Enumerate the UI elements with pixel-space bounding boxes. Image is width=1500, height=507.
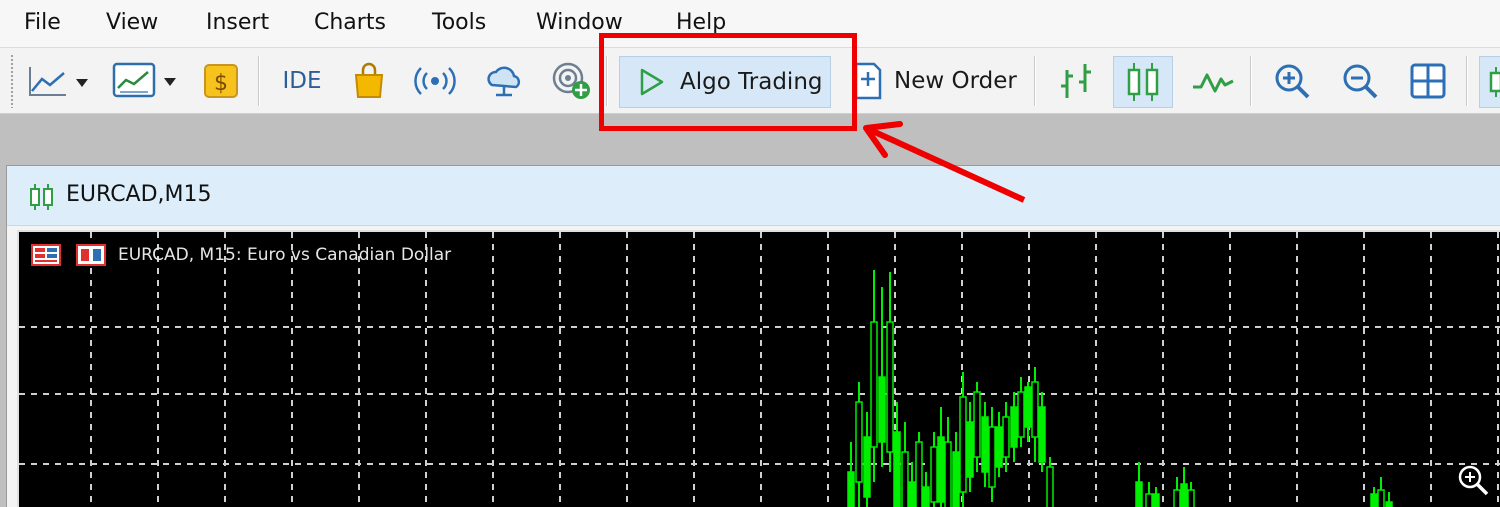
line-chart-button[interactable] [1186, 58, 1240, 104]
candle-body [1135, 481, 1143, 507]
ide-label: IDE [282, 68, 322, 94]
candle-body [855, 401, 863, 483]
candle-body [1010, 406, 1018, 448]
candle-body [1031, 381, 1039, 438]
candle-body [922, 486, 930, 507]
chart-caption: EURCAD, M15: Euro vs Canadian Dollar [118, 245, 452, 265]
toolbar-separator [1034, 56, 1036, 106]
candle-body [1180, 483, 1188, 507]
candlestick-button[interactable] [1113, 56, 1173, 108]
toolbar-separator [258, 56, 260, 106]
candlestick-icon [1127, 63, 1159, 101]
candle-body [847, 471, 855, 507]
toolbar-separator [1250, 56, 1252, 106]
magnifier-icon[interactable] [1456, 463, 1490, 497]
ide-button[interactable]: IDE [272, 58, 332, 104]
dollar-icon: $ [204, 64, 238, 98]
candle-body [1038, 406, 1046, 463]
candle-body [901, 451, 909, 507]
toolbar-separator [1466, 56, 1468, 106]
one-click-trading-icon[interactable] [76, 244, 106, 266]
candle-body [952, 451, 960, 507]
template-icon [112, 62, 176, 98]
menu-view[interactable]: View [106, 10, 158, 35]
candle-body [1377, 489, 1385, 507]
menu-charts[interactable]: Charts [314, 10, 386, 35]
svg-text:$: $ [214, 71, 228, 96]
candlestick-icon [30, 184, 53, 210]
bar-chart-button[interactable] [1052, 58, 1102, 104]
candle-body [1017, 391, 1025, 438]
candle-body [1385, 501, 1393, 507]
chart-graphics [19, 232, 1500, 507]
candle-body [1187, 489, 1195, 507]
candle-body [981, 416, 989, 473]
zoom-out-button[interactable] [1334, 58, 1386, 104]
market-button[interactable] [346, 58, 392, 104]
cloud-icon [487, 66, 521, 97]
dollar-button[interactable]: $ [198, 58, 244, 104]
candle-body [959, 396, 967, 493]
candle-body [878, 376, 886, 443]
candle-body [1370, 493, 1378, 507]
candle-body [937, 436, 945, 503]
line-chart-icon [1193, 73, 1234, 93]
candle-body [966, 421, 974, 478]
trade-history-icon[interactable] [31, 244, 61, 266]
line-chart-icon [29, 67, 88, 96]
terminal-window: File View Insert Charts Tools Window Hel… [0, 0, 1500, 507]
vps-button[interactable] [480, 58, 528, 104]
candle-body [1173, 489, 1181, 507]
toolbar-grip[interactable] [10, 54, 14, 108]
add-signal-button[interactable] [548, 58, 596, 104]
template-dropdown[interactable] [108, 58, 184, 104]
candle-body [1002, 416, 1010, 458]
candle-body [886, 321, 894, 453]
signals-icon [414, 67, 456, 95]
candle-body [995, 426, 1003, 468]
candle-body [908, 481, 916, 507]
candle-body [870, 321, 878, 448]
add-signal-icon [552, 62, 590, 99]
overflow-toolbar-button[interactable] [1479, 56, 1500, 108]
candle-body [973, 391, 981, 458]
menu-help[interactable]: Help [676, 10, 726, 35]
tile-windows-icon [1410, 63, 1446, 99]
chart-window-header[interactable]: EURCAD,M15 [7, 166, 1500, 226]
candlestick-icon [1489, 67, 1500, 97]
candle-body [1145, 493, 1153, 507]
candle-body [1152, 493, 1160, 507]
highlight-box [599, 33, 857, 131]
menu-file[interactable]: File [24, 10, 61, 35]
new-order-label: New Order [894, 68, 1017, 94]
menu-window[interactable]: Window [536, 10, 623, 35]
zoom-in-icon [1275, 64, 1310, 99]
zoom-in-button[interactable] [1266, 58, 1318, 104]
candle-body [863, 436, 871, 498]
new-order-button[interactable]: New Order [850, 58, 1020, 104]
candle-body [930, 446, 938, 503]
chart-window-title: EURCAD,M15 [66, 182, 212, 207]
signals-button[interactable] [410, 58, 460, 104]
candle-body [1024, 386, 1032, 428]
zoom-out-icon [1343, 64, 1378, 99]
candle-body [944, 441, 952, 507]
market-bag-icon [354, 62, 384, 98]
chart-type-dropdown[interactable] [24, 58, 96, 104]
candle-body [988, 426, 996, 488]
price-chart[interactable] [17, 230, 1500, 507]
menu-tools[interactable]: Tools [432, 10, 486, 35]
candle-body [893, 431, 901, 507]
tile-windows-button[interactable] [1402, 58, 1454, 104]
candle-body [1046, 466, 1054, 507]
candle-body [915, 441, 923, 507]
menu-insert[interactable]: Insert [206, 10, 269, 35]
bar-chart-icon [1061, 64, 1091, 98]
